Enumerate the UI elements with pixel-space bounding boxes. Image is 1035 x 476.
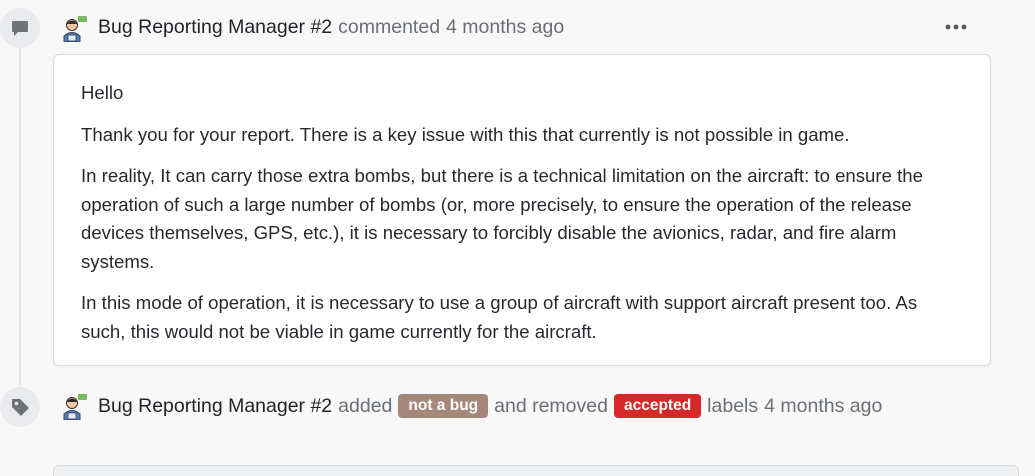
- comment-icon: [12, 21, 28, 36]
- comment-paragraph: In this mode of operation, it is necessa…: [81, 292, 918, 342]
- timeline-line: [19, 40, 21, 385]
- label-event-removed-text: and removed: [494, 394, 608, 417]
- label-event-timestamp-link[interactable]: 4 months ago: [764, 395, 882, 418]
- label-not-a-bug[interactable]: not a bug: [398, 394, 489, 418]
- label-accepted[interactable]: accepted: [613, 394, 702, 418]
- tag-icon: [12, 399, 29, 416]
- comment-action-text: commented: [338, 16, 441, 38]
- timeline-comment-badge: [0, 8, 40, 48]
- next-comment-box: [53, 465, 1019, 476]
- comment-timestamp-link[interactable]: 4 months ago: [446, 16, 564, 39]
- manager-avatar-icon[interactable]: [62, 16, 88, 42]
- comment-author-link[interactable]: Bug Reporting Manager #2: [98, 16, 332, 39]
- timeline-label-badge: [0, 387, 40, 427]
- comment-more-menu-button[interactable]: [944, 18, 968, 41]
- comment-paragraph: Hello: [81, 82, 124, 103]
- comment-body: Hello Thank you for your report. There i…: [53, 54, 991, 366]
- manager-avatar-icon[interactable]: [62, 394, 88, 420]
- label-event-author-link[interactable]: Bug Reporting Manager #2: [98, 395, 332, 418]
- label-event-line: Bug Reporting Manager #2 added not a bug…: [98, 394, 882, 418]
- label-event-labels-text: labels: [707, 394, 759, 417]
- comment-paragraph: In reality, It can carry those extra bom…: [81, 165, 923, 272]
- comment-header: Bug Reporting Manager #2 commented 4 mon…: [98, 16, 564, 39]
- comment-paragraph: Thank you for your report. There is a ke…: [81, 123, 850, 145]
- more-horizontal-icon: [945, 24, 967, 30]
- label-event-added-text: added: [338, 394, 393, 417]
